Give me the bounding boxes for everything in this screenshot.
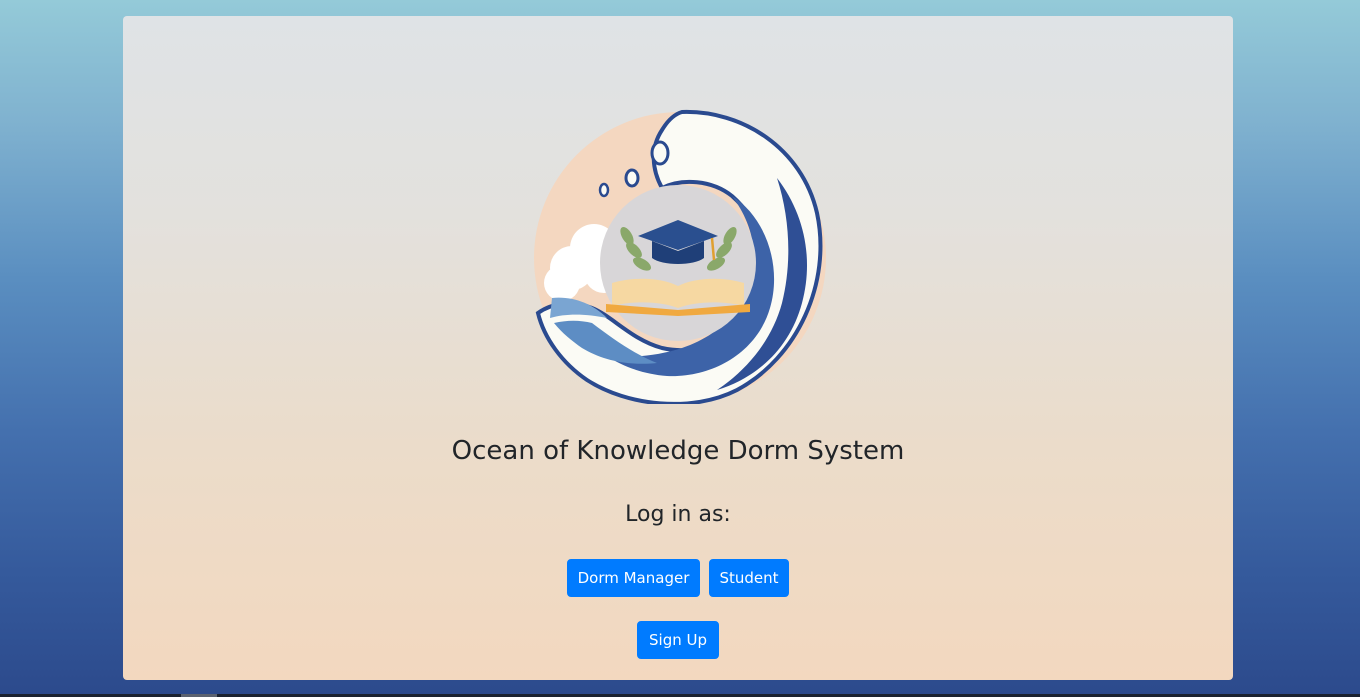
wave-logo-icon bbox=[534, 109, 826, 404]
login-prompt: Log in as: bbox=[625, 502, 731, 527]
login-card: Ocean of Knowledge Dorm System Log in as… bbox=[123, 16, 1233, 680]
page-title: Ocean of Knowledge Dorm System bbox=[451, 436, 905, 466]
dorm-manager-button[interactable]: Dorm Manager bbox=[567, 559, 700, 597]
sign-up-button[interactable]: Sign Up bbox=[637, 621, 719, 659]
student-button[interactable]: Student bbox=[709, 559, 789, 597]
